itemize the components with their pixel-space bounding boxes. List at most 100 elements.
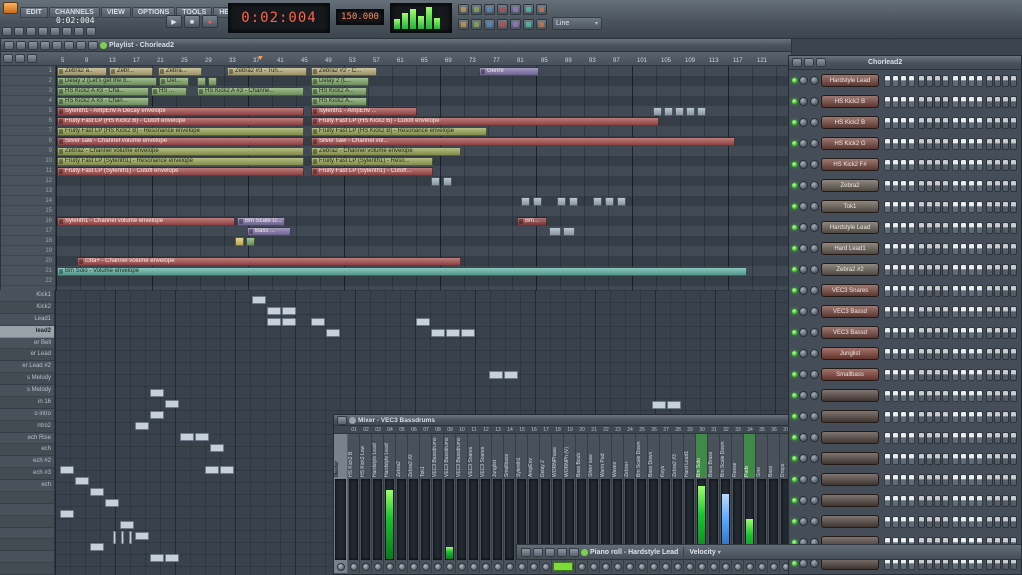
step-cell[interactable] — [960, 74, 967, 87]
step-cell[interactable] — [926, 242, 933, 255]
step-cell[interactable] — [960, 473, 967, 486]
pan-knob[interactable] — [799, 244, 808, 253]
step-cell[interactable] — [884, 74, 891, 87]
pattern-clip[interactable]: Zebra2 a.. — [57, 67, 107, 76]
pan-knob[interactable] — [799, 265, 808, 274]
step-cell[interactable] — [986, 263, 993, 276]
pattern-clip[interactable] — [653, 107, 662, 116]
mixer-strip[interactable]: Zebra2 #2 — [408, 434, 420, 573]
channel-enable-led[interactable] — [792, 309, 797, 314]
playlist-track-label[interactable]: 15 — [1, 206, 55, 216]
step-cell[interactable] — [884, 95, 891, 108]
volume-knob[interactable] — [810, 454, 819, 463]
channel-enable-led[interactable] — [792, 435, 797, 440]
note-block[interactable] — [60, 466, 74, 474]
note-block[interactable] — [165, 554, 179, 562]
step-cell[interactable] — [1010, 494, 1017, 507]
pattern-clip[interactable]: Zebra2 #3 - Tun... — [227, 67, 307, 76]
mixer-strip[interactable]: VEC3 Bassdrums — [456, 434, 468, 573]
pattern-name[interactable]: s Melody — [0, 373, 54, 385]
playlist-track-label[interactable]: 4 — [1, 96, 55, 106]
step-cell[interactable] — [1002, 431, 1009, 444]
channel-enable-led[interactable] — [792, 351, 797, 356]
step-cell[interactable] — [892, 137, 899, 150]
playlist-track-label[interactable]: 3 — [1, 86, 55, 96]
automation-clip[interactable]: Silver saw - Channel volume envelope — [57, 137, 304, 146]
step-cell[interactable] — [994, 494, 1001, 507]
pattern-clip[interactable] — [521, 197, 530, 206]
step-cell[interactable] — [976, 326, 983, 339]
step-cell[interactable] — [942, 116, 949, 129]
step-cell[interactable] — [926, 473, 933, 486]
pattern-clip[interactable]: Bass ... — [247, 227, 291, 236]
pan-knob[interactable] — [799, 76, 808, 85]
step-cell[interactable] — [1010, 473, 1017, 486]
step-cell[interactable] — [926, 74, 933, 87]
channel-button[interactable]: VEC3 Bassd — [821, 305, 879, 318]
channel-button[interactable] — [821, 494, 879, 507]
pattern-name[interactable] — [0, 491, 54, 504]
step-cell[interactable] — [976, 431, 983, 444]
step-cell[interactable] — [918, 431, 925, 444]
pan-knob[interactable] — [541, 563, 550, 571]
step-cell[interactable] — [884, 431, 891, 444]
volume-knob[interactable] — [810, 517, 819, 526]
pattern-clip[interactable] — [675, 107, 684, 116]
step-cell[interactable] — [926, 263, 933, 276]
step-cell[interactable] — [892, 347, 899, 360]
mixer-strip[interactable]: VEC3 Bassdrums — [444, 434, 456, 573]
note-block[interactable] — [135, 422, 149, 430]
automation-clip[interactable]: Bm Solo - Volume envelope — [57, 267, 747, 276]
step-cell[interactable] — [908, 368, 915, 381]
step-cell[interactable] — [960, 494, 967, 507]
mixer-strip[interactable]: VEC3 Snares — [468, 434, 480, 573]
step-cell[interactable] — [968, 494, 975, 507]
step-cell[interactable] — [900, 242, 907, 255]
step-cell[interactable] — [918, 494, 925, 507]
channel-button[interactable]: Tok1 — [821, 200, 879, 213]
channel-button[interactable] — [821, 515, 879, 528]
step-cell[interactable] — [976, 158, 983, 171]
step-cell[interactable] — [918, 263, 925, 276]
step-cell[interactable] — [934, 74, 941, 87]
step-cell[interactable] — [968, 389, 975, 402]
step-cell[interactable] — [884, 410, 891, 423]
step-cell[interactable] — [926, 116, 933, 129]
step-cell[interactable] — [918, 200, 925, 213]
step-cell[interactable] — [900, 410, 907, 423]
pattern-clip[interactable] — [593, 197, 602, 206]
pan-knob[interactable] — [433, 563, 442, 571]
step-cell[interactable] — [942, 431, 949, 444]
step-cell[interactable] — [900, 284, 907, 297]
step-cell[interactable] — [884, 494, 891, 507]
step-cell[interactable] — [986, 305, 993, 318]
pan-knob[interactable] — [481, 563, 490, 571]
step-cell[interactable] — [884, 242, 891, 255]
step-cell[interactable] — [1002, 137, 1009, 150]
step-cell[interactable] — [926, 179, 933, 192]
step-cell[interactable] — [994, 452, 1001, 465]
step-cell[interactable] — [1002, 326, 1009, 339]
step-cell[interactable] — [908, 452, 915, 465]
step-cell[interactable] — [918, 305, 925, 318]
step-cell[interactable] — [986, 179, 993, 192]
step-cell[interactable] — [918, 74, 925, 87]
playlist-track-label[interactable]: 1 — [1, 66, 55, 76]
channel-enable-led[interactable] — [792, 204, 797, 209]
step-cell[interactable] — [986, 494, 993, 507]
step-cell[interactable] — [934, 515, 941, 528]
pan-knob[interactable] — [745, 563, 754, 571]
step-cell[interactable] — [960, 326, 967, 339]
step-cell[interactable] — [884, 221, 891, 234]
step-cell[interactable] — [918, 410, 925, 423]
step-cell[interactable] — [986, 368, 993, 381]
pattern-clip[interactable] — [697, 107, 706, 116]
step-cell[interactable] — [952, 137, 959, 150]
channel-enable-led[interactable] — [792, 162, 797, 167]
pattern-name[interactable]: ntro2 — [0, 420, 54, 433]
channel-button[interactable]: Smallbass — [821, 368, 879, 381]
pattern-clip[interactable]: HS Kick2 A #3 - Channe... — [197, 87, 304, 96]
playlist-track-label[interactable]: 22 — [1, 276, 55, 286]
playlist-toggle-icon[interactable] — [484, 19, 495, 30]
channel-enable-led[interactable] — [792, 372, 797, 377]
